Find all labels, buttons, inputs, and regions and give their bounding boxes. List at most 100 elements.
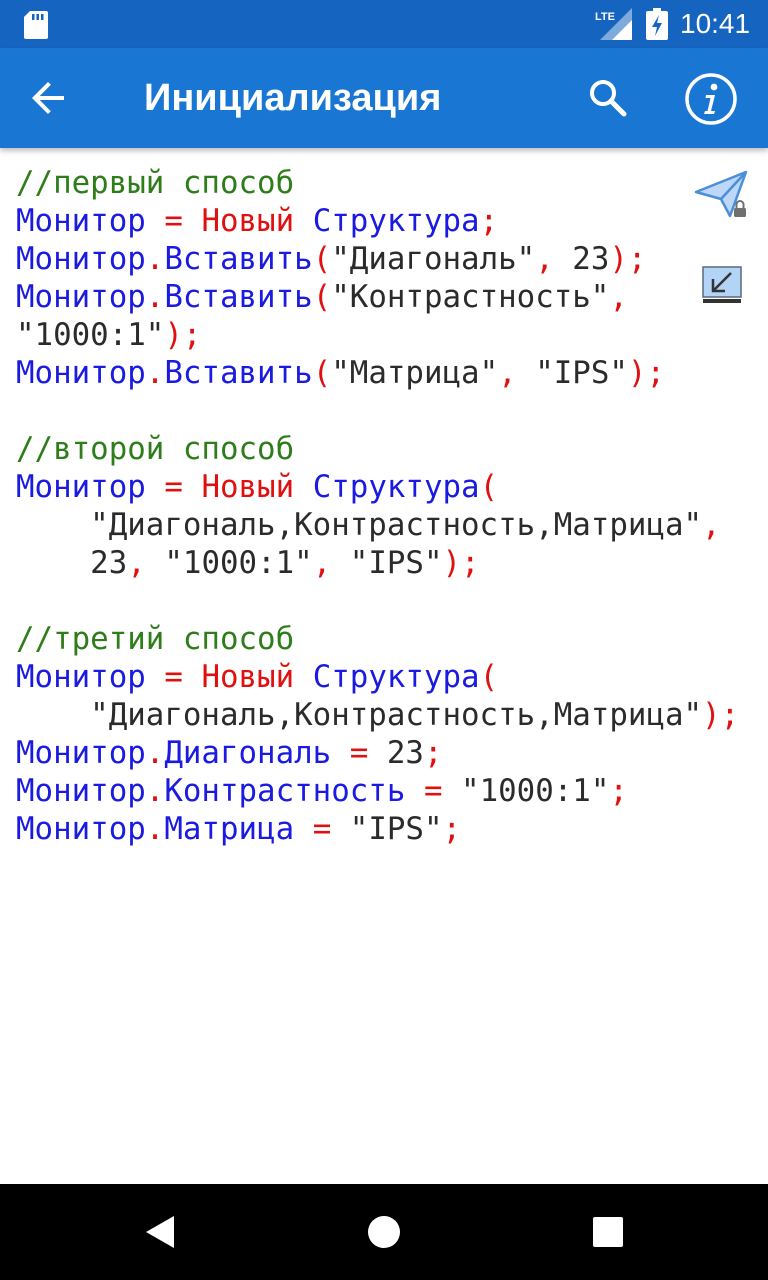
code-line: Монитор = Новый Структура( bbox=[16, 468, 768, 506]
code-line: //второй способ bbox=[16, 430, 768, 468]
code-token: Монитор bbox=[16, 279, 146, 315]
search-icon[interactable] bbox=[584, 74, 632, 122]
lte-label: LTE bbox=[595, 11, 615, 23]
code-line: Монитор.Вставить("Матрица", "IPS"); bbox=[16, 354, 768, 392]
sd-card-icon bbox=[24, 11, 48, 39]
code-token: Новый bbox=[201, 469, 295, 505]
code-token: "IPS" bbox=[535, 355, 628, 391]
code-token: Вставить bbox=[164, 241, 313, 277]
battery-charging-icon bbox=[646, 8, 668, 40]
code-line: Монитор.Вставить("Контрастность", bbox=[16, 278, 768, 316]
code-token: //третий способ bbox=[16, 621, 295, 657]
nav-recents-icon[interactable] bbox=[592, 1216, 624, 1248]
info-icon[interactable] bbox=[684, 72, 738, 126]
code-token: . bbox=[145, 811, 165, 847]
code-token: Структура bbox=[312, 203, 480, 239]
collapse-icon[interactable] bbox=[702, 266, 742, 304]
nav-home-icon[interactable] bbox=[366, 1214, 402, 1250]
code-token: ); bbox=[164, 317, 202, 353]
code-token: "IPS" bbox=[349, 545, 443, 581]
code-token: "Матрица" bbox=[331, 355, 499, 391]
code-token: = bbox=[164, 203, 183, 239]
code-token: Монитор bbox=[16, 773, 146, 809]
code-token: Контрастность bbox=[164, 773, 406, 809]
send-icon[interactable] bbox=[694, 168, 752, 222]
code-listing: //первый способ Монитор = Новый Структура… bbox=[16, 164, 768, 848]
code-token: , bbox=[535, 241, 554, 277]
code-token: Структура bbox=[312, 659, 480, 695]
app-bar: Инициализация bbox=[0, 48, 768, 148]
code-token: = bbox=[164, 469, 183, 505]
nav-back-icon[interactable] bbox=[142, 1214, 178, 1250]
code-token: ( bbox=[312, 279, 332, 315]
page-title: Инициализация bbox=[144, 77, 442, 119]
navigation-bar bbox=[0, 1184, 768, 1280]
lte-signal-icon: LTE bbox=[595, 8, 632, 40]
code-token: Монитор bbox=[16, 355, 146, 391]
code-line: Монитор.Матрица = "IPS"; bbox=[16, 810, 768, 848]
code-line: Монитор = Новый Структура( bbox=[16, 658, 768, 696]
code-token: Монитор bbox=[16, 811, 146, 847]
code-token: Монитор bbox=[16, 241, 146, 277]
code-token: ( bbox=[312, 355, 332, 391]
code-line: 23, "1000:1", "IPS"); bbox=[16, 544, 768, 582]
code-token: Новый bbox=[201, 203, 295, 239]
code-token: //первый способ bbox=[16, 165, 295, 201]
code-token: Матрица bbox=[164, 811, 295, 847]
code-token: "Контрастность" bbox=[331, 279, 610, 315]
code-token: . bbox=[145, 735, 165, 771]
code-token: ); bbox=[609, 241, 647, 277]
code-token: . bbox=[145, 241, 165, 277]
code-line: "Диагональ,Контрастность,Матрица", bbox=[16, 506, 768, 544]
code-token: Вставить bbox=[164, 355, 313, 391]
status-bar: LTE 10:41 bbox=[0, 0, 768, 48]
code-token: , bbox=[498, 355, 517, 391]
code-token: "Диагональ,Контрастность,Матрица" bbox=[90, 507, 703, 543]
code-token: ; bbox=[442, 811, 462, 847]
code-token: ; bbox=[609, 773, 628, 809]
code-token: Монитор bbox=[16, 735, 146, 771]
code-line: Монитор.Контрастность = "1000:1"; bbox=[16, 772, 768, 810]
code-token: ; bbox=[423, 735, 443, 771]
code-token: = bbox=[423, 773, 443, 809]
code-line: "1000:1"); bbox=[16, 316, 768, 354]
code-token: "1000:1" bbox=[461, 773, 610, 809]
code-token: Структура bbox=[312, 469, 480, 505]
code-token: Монитор bbox=[16, 203, 146, 239]
status-time: 10:41 bbox=[680, 8, 751, 39]
code-line: Монитор = Новый Структура; bbox=[16, 202, 768, 240]
code-token: Новый bbox=[201, 659, 295, 695]
code-token: , bbox=[609, 279, 628, 315]
code-line: "Диагональ,Контрастность,Матрица"); bbox=[16, 696, 768, 734]
code-token: = bbox=[349, 735, 369, 771]
code-token: Диагональ bbox=[164, 735, 332, 771]
code-token: ; bbox=[479, 203, 499, 239]
back-arrow-icon[interactable] bbox=[24, 74, 72, 122]
code-line: //третий способ bbox=[16, 620, 768, 658]
code-token: //второй способ bbox=[16, 431, 295, 467]
code-token: "Диагональ,Контрастность,Матрица" bbox=[90, 697, 703, 733]
code-line: Монитор.Диагональ = 23; bbox=[16, 734, 768, 772]
code-token: ( bbox=[479, 469, 499, 505]
code-token: = bbox=[312, 811, 332, 847]
code-token: "1000:1" bbox=[16, 317, 165, 353]
